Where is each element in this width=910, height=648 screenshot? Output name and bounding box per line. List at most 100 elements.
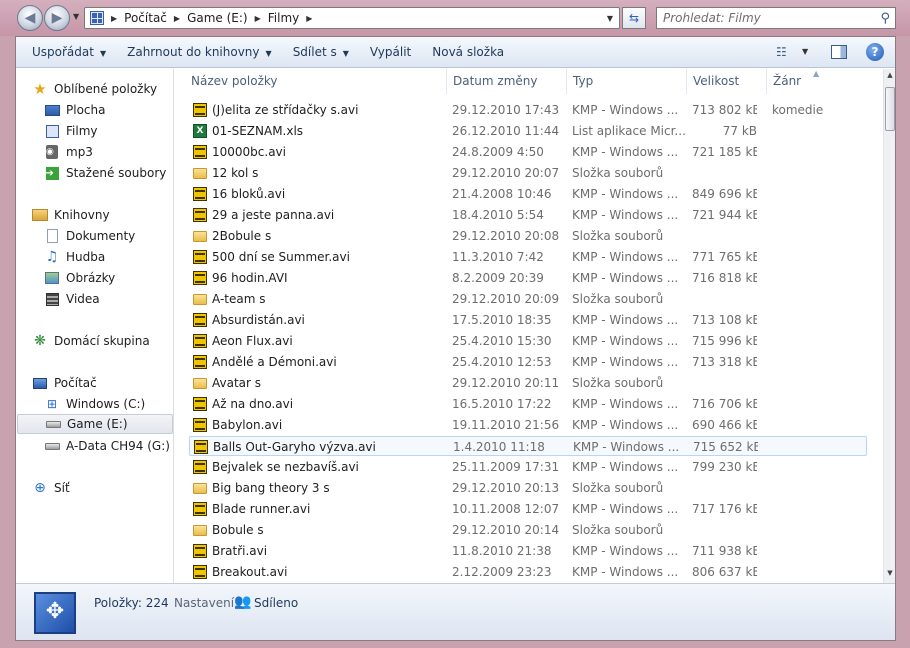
recent-pages-dropdown[interactable]: ▼ bbox=[73, 12, 79, 21]
share-button[interactable]: Sdílet s ▼ bbox=[285, 45, 358, 59]
forward-button[interactable]: ▶ bbox=[44, 5, 70, 31]
file-row[interactable]: Až na dno.avi 16.5.2010 17:22 KMP - Window… bbox=[189, 394, 867, 414]
scroll-down-icon[interactable]: ▼ bbox=[884, 569, 896, 581]
file-row[interactable]: (J)elita ze střídačky s.avi 29.12.2010 17… bbox=[189, 100, 867, 120]
include-library-button[interactable]: Zahrnout do knihovny ▼ bbox=[119, 45, 281, 59]
column-header-genre[interactable]: Žánr bbox=[767, 69, 883, 94]
file-row[interactable]: Aeon Flux.avi 25.4.2010 15:30 KMP - Window… bbox=[189, 331, 867, 351]
new-folder-button[interactable]: Nová složka bbox=[424, 45, 513, 59]
file-size: 690 466 kB bbox=[692, 418, 757, 432]
scroll-thumb[interactable] bbox=[885, 87, 895, 131]
address-bar[interactable]: ▶ Počítač ▶ Game (E:) ▶ Filmy ▶ ▼ bbox=[84, 7, 620, 29]
file-row[interactable]: Bobule s 29.12.2010 20:14 Složka souborů bbox=[189, 520, 867, 540]
file-size bbox=[692, 478, 757, 498]
file-row[interactable]: Blade runner.avi 10.11.2008 12:07 KMP - Wi… bbox=[189, 499, 867, 519]
file-row[interactable]: Big bang theory 3 s 29.12.2010 20:13 Složk… bbox=[189, 478, 867, 498]
file-row[interactable]: Breakout.avi 2.12.2009 23:23 KMP - Windows… bbox=[189, 562, 867, 582]
file-type: KMP - Windows ... bbox=[573, 440, 680, 454]
file-date: 26.12.2010 11:44 bbox=[452, 124, 560, 138]
nav-music[interactable]: ♫ Hudba bbox=[44, 247, 173, 267]
file-genre: komedie bbox=[772, 103, 824, 117]
file-row[interactable]: 16 bloků.avi 21.4.2008 10:46 KMP - Windows… bbox=[189, 184, 867, 204]
burn-button[interactable]: Vypálit bbox=[362, 45, 420, 59]
file-genre bbox=[772, 142, 862, 162]
kmp-video-file-icon bbox=[193, 355, 207, 369]
nav-drive-e[interactable]: Game (E:) bbox=[17, 414, 173, 434]
breadcrumb-chevron-icon[interactable]: ▶ bbox=[171, 14, 183, 23]
nav-drive-c[interactable]: ⊞ Windows (C:) bbox=[44, 394, 173, 414]
network-icon: ⊕ bbox=[34, 480, 46, 496]
column-header-size[interactable]: Velikost bbox=[687, 69, 767, 94]
arrow-left-icon: ◀ bbox=[24, 10, 36, 26]
preview-pane-icon[interactable] bbox=[831, 45, 847, 59]
file-row[interactable]: 500 dní se Summer.avi 11.3.2010 7:42 KMP -… bbox=[189, 247, 867, 267]
file-row[interactable]: 29 a jeste panna.avi 18.4.2010 5:54 KMP - … bbox=[189, 205, 867, 225]
file-list: Název položky Datum změny Typ Velikost Ž… bbox=[175, 69, 883, 583]
breadcrumb-game-drive[interactable]: Game (E:) bbox=[183, 11, 252, 25]
file-genre bbox=[772, 121, 862, 141]
file-row[interactable]: Andělé a Démoni.avi 25.4.2010 12:53 KMP - … bbox=[189, 352, 867, 372]
breadcrumb-films[interactable]: Filmy bbox=[264, 11, 304, 25]
file-row[interactable]: Balls Out-Garyho výzva.avi 1.4.2010 11:18… bbox=[189, 436, 867, 456]
file-type: KMP - Windows ... bbox=[572, 502, 679, 516]
refresh-button[interactable]: ⇆ bbox=[622, 7, 646, 29]
file-row[interactable]: Bratři.avi 11.8.2010 21:38 KMP - Windows .… bbox=[189, 541, 867, 561]
nav-desktop[interactable]: Plocha bbox=[44, 100, 173, 120]
back-button[interactable]: ◀ bbox=[17, 5, 43, 31]
breadcrumb-chevron-icon[interactable]: ▶ bbox=[252, 14, 264, 23]
file-row[interactable]: A-team s 29.12.2010 20:09 Složka souborů bbox=[189, 289, 867, 309]
file-row[interactable]: 10000bc.avi 24.8.2009 4:50 KMP - Windows .… bbox=[189, 142, 867, 162]
scroll-up-icon[interactable]: ▲ bbox=[884, 71, 896, 83]
nav-downloads[interactable]: ➔ Stažené soubory bbox=[44, 163, 173, 183]
file-row[interactable]: Bejvalek se nezbavíš.avi 25.11.2009 17:31… bbox=[189, 457, 867, 477]
nav-documents[interactable]: Dokumenty bbox=[44, 226, 173, 246]
file-row[interactable]: 96 hodin.AVI 8.2.2009 20:39 KMP - Windows … bbox=[189, 268, 867, 288]
file-date: 11.3.2010 7:42 bbox=[452, 250, 544, 264]
search-input[interactable] bbox=[657, 11, 867, 25]
file-date: 25.11.2009 17:31 bbox=[452, 460, 560, 474]
nav-label: Plocha bbox=[66, 103, 106, 117]
file-date: 21.4.2008 10:46 bbox=[452, 187, 552, 201]
file-date: 29.12.2010 20:11 bbox=[452, 376, 560, 390]
nav-homegroup[interactable]: ❋ Domácí skupina bbox=[32, 331, 173, 351]
column-header-type[interactable]: Typ bbox=[567, 69, 687, 94]
nav-drive-g[interactable]: A-Data CH94 (G:) bbox=[44, 436, 173, 456]
breadcrumb-computer[interactable]: Počítač bbox=[120, 11, 171, 25]
vertical-scrollbar[interactable]: ▲ ▼ bbox=[883, 69, 895, 583]
file-row[interactable]: 2Bobule s 29.12.2010 20:08 Složka souborů bbox=[189, 226, 867, 246]
nav-network[interactable]: ⊕ Síť bbox=[32, 478, 173, 498]
file-row[interactable]: X 01-SEZNAM.xls 26.12.2010 11:44 List aplik… bbox=[189, 121, 867, 141]
nav-libraries[interactable]: Knihovny bbox=[32, 205, 173, 225]
breadcrumb-chevron-icon[interactable]: ▶ bbox=[108, 14, 120, 23]
breadcrumb-chevron-icon[interactable]: ▶ bbox=[303, 14, 315, 23]
organize-button[interactable]: Uspořádat ▼ bbox=[24, 45, 115, 59]
search-box[interactable]: ⚲ bbox=[656, 7, 896, 29]
view-details-icon[interactable]: ☷ bbox=[776, 45, 787, 59]
file-size: 77 kB bbox=[722, 124, 757, 138]
column-header-name[interactable]: Název položky bbox=[185, 69, 447, 94]
file-type: Složka souborů bbox=[572, 481, 664, 495]
file-row[interactable]: Avatar s 29.12.2010 20:11 Složka souborů bbox=[189, 373, 867, 393]
file-row[interactable]: 12 kol s 29.12.2010 20:07 Složka souborů bbox=[189, 163, 867, 183]
items-count: Položky: 224 bbox=[94, 596, 169, 610]
nav-videos[interactable]: Videa bbox=[44, 289, 173, 309]
nav-favorites[interactable]: ★ Oblíbené položky bbox=[32, 79, 173, 99]
nav-pictures[interactable]: Obrázky bbox=[44, 268, 173, 288]
file-genre bbox=[772, 499, 862, 519]
view-dropdown-icon[interactable]: ▼ bbox=[802, 47, 808, 56]
nav-label: Game (E:) bbox=[67, 417, 128, 431]
nav-computer[interactable]: Počítač bbox=[32, 373, 173, 393]
file-row[interactable]: Absurdistán.avi 17.5.2010 18:35 KMP - Wind… bbox=[189, 310, 867, 330]
address-dropdown-icon[interactable]: ▼ bbox=[601, 14, 619, 23]
nav-mp3[interactable]: ◉ mp3 bbox=[44, 142, 173, 162]
chevron-down-icon: ▼ bbox=[342, 49, 349, 58]
folder-films-icon bbox=[90, 11, 104, 25]
video-icon bbox=[45, 292, 59, 306]
file-date: 29.12.2010 17:43 bbox=[452, 103, 560, 117]
nav-films[interactable]: Filmy bbox=[44, 121, 173, 141]
file-type: KMP - Windows ... bbox=[572, 313, 679, 327]
file-row[interactable]: Babylon.avi 19.11.2010 21:56 KMP - Windows… bbox=[189, 415, 867, 435]
column-header-date[interactable]: Datum změny bbox=[447, 69, 567, 94]
help-icon[interactable]: ? bbox=[866, 43, 884, 61]
search-icon[interactable]: ⚲ bbox=[880, 11, 890, 26]
